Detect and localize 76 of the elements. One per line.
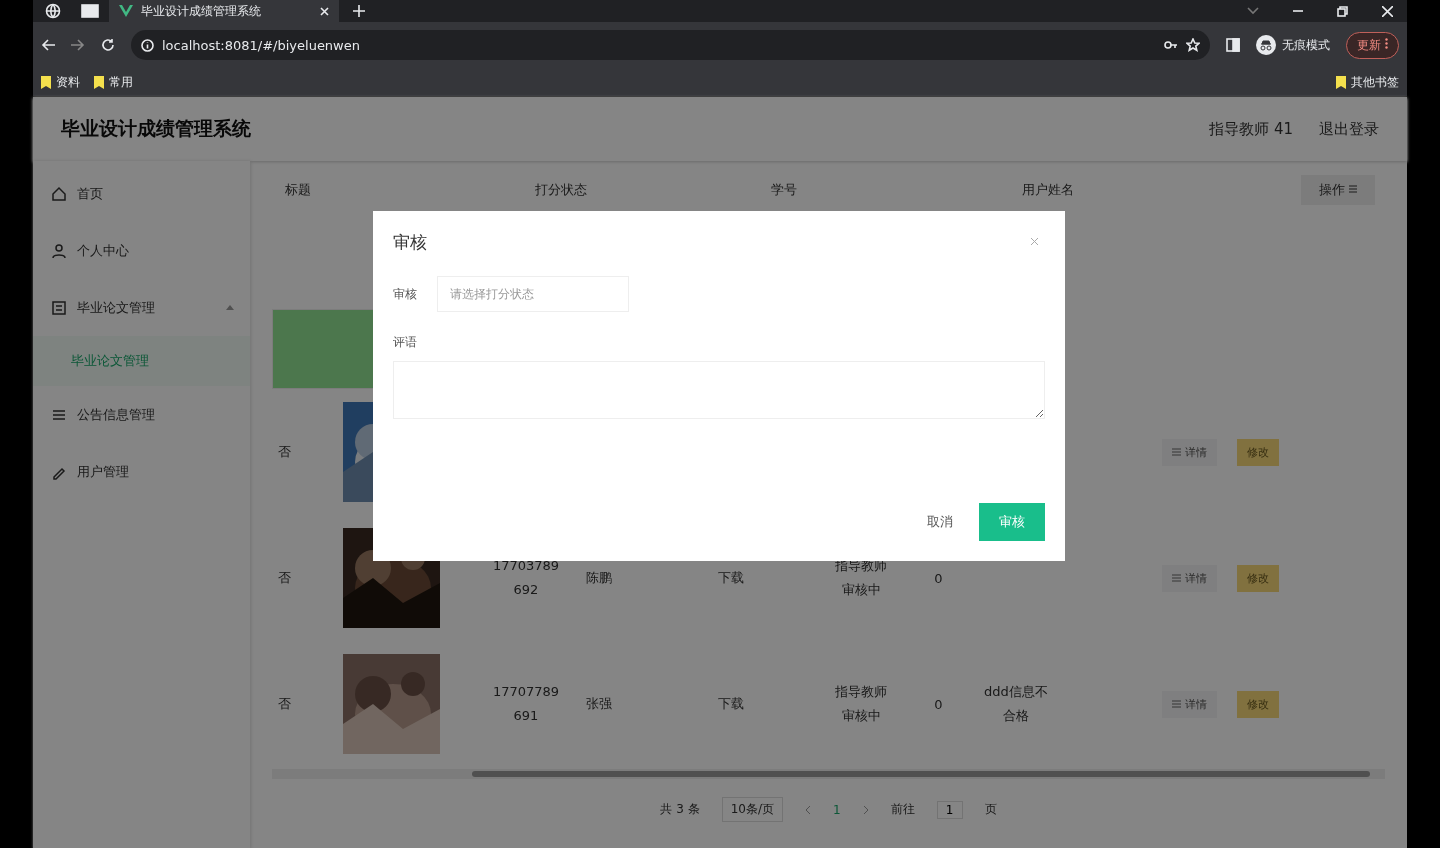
logo-icon	[119, 5, 133, 17]
bookmark-icon	[41, 75, 51, 89]
key-icon[interactable]	[1164, 40, 1179, 50]
sort-icon	[1349, 184, 1357, 194]
menu-item-icon	[51, 242, 67, 259]
table-cell: 0	[934, 696, 943, 712]
star-icon[interactable]	[1186, 38, 1201, 52]
table-cell: 否	[277, 569, 291, 587]
sidebar-item[interactable]: 首页	[33, 165, 250, 222]
table-cell: 否	[277, 695, 291, 713]
more-icon[interactable]	[1385, 37, 1388, 49]
sidebar-item[interactable]: 个人中心	[33, 222, 250, 279]
list-icon	[1172, 698, 1182, 708]
sidebar-item[interactable]: 毕业论文管理	[33, 279, 250, 336]
column-header: 操作	[1300, 175, 1375, 205]
menu-item-icon	[51, 299, 67, 316]
table-cell-text: ddd信息不合格	[983, 683, 1049, 725]
field-label: 评语	[393, 334, 418, 351]
table-cell: 张强	[586, 695, 612, 713]
column-header: 打分状态	[535, 181, 587, 199]
back-icon[interactable]	[41, 39, 55, 51]
reload-icon[interactable]	[101, 38, 115, 52]
edit-button[interactable]: 修改	[1236, 438, 1279, 466]
details-button[interactable]: 详情	[1162, 564, 1217, 592]
incognito-icon[interactable]	[1256, 35, 1277, 55]
scrollbar[interactable]	[272, 769, 1385, 779]
field-label: 审核	[393, 285, 418, 303]
table-row[interactable]: 否 17707789691 张强 下载 指导教师审核中 0 ddd信息不合格 详情 修改	[272, 641, 1385, 767]
edit-button[interactable]: 修改	[1236, 564, 1279, 592]
page-suffix: 页	[984, 801, 997, 818]
address-bar[interactable]: localhost:8081/#/biyeluenwen	[131, 30, 1211, 60]
select-field[interactable]: 请选择打分状态	[437, 276, 629, 312]
user-label: 指导教师 41	[1209, 119, 1293, 139]
list-icon	[1172, 572, 1182, 582]
table-cell: 陈鹏	[586, 569, 612, 587]
total-count: 共 3 条	[660, 801, 700, 818]
column-header: 用户姓名	[1022, 181, 1074, 199]
info-icon	[141, 38, 154, 52]
new-tab-icon[interactable]	[353, 5, 365, 17]
table-cell-text: 17707789691	[491, 683, 561, 725]
profile-label: 无痕模式	[1282, 36, 1331, 54]
logout-link[interactable]: 退出登录	[1319, 119, 1379, 139]
details-button[interactable]: 详情	[1162, 438, 1217, 466]
edit-button[interactable]: 修改	[1236, 690, 1279, 718]
page-input[interactable]: 1	[936, 800, 963, 819]
chevron-down-icon[interactable]	[1247, 7, 1259, 15]
app-title: 毕业设计成绩管理系统	[61, 116, 252, 141]
page-size-select[interactable]: 10条/页	[721, 797, 783, 822]
column-header: 标题	[285, 181, 311, 199]
update-button[interactable]: 更新	[1346, 31, 1399, 59]
table-cell-text: 17703789692	[491, 557, 561, 599]
menu-item-icon	[51, 185, 67, 202]
comment-field[interactable]	[393, 361, 1045, 419]
globe-icon[interactable]	[45, 3, 61, 19]
download-link[interactable]: 下载	[718, 569, 744, 587]
sidebar-item[interactable]: 用户管理	[33, 443, 250, 500]
table-cell: 0	[934, 570, 943, 586]
dialog-title: 审核	[393, 231, 427, 254]
bookmark-icon	[94, 75, 104, 89]
download-link[interactable]: 下载	[718, 695, 744, 713]
table-cell: 否	[277, 443, 291, 461]
side-panel-icon[interactable]	[1226, 38, 1241, 52]
goto-label: 前往	[890, 801, 915, 818]
forward-icon[interactable]	[71, 39, 85, 51]
table-cell-text: 指导教师审核中	[835, 683, 887, 725]
column-header: 学号	[771, 181, 797, 199]
bookmark[interactable]: 资料	[41, 73, 80, 91]
caret-icon	[226, 305, 234, 310]
list-icon	[1172, 446, 1182, 456]
bookmark[interactable]: 其他书签	[1336, 73, 1399, 91]
bookmark[interactable]: 常用	[94, 73, 133, 91]
browser-tab[interactable]: 毕业设计成绩管理系统	[109, 0, 339, 22]
restore-icon[interactable]	[1337, 5, 1348, 17]
sidebar-item[interactable]: 公告信息管理	[33, 386, 250, 443]
details-button[interactable]: 详情	[1162, 690, 1217, 718]
bookmark-icon	[1336, 75, 1346, 89]
